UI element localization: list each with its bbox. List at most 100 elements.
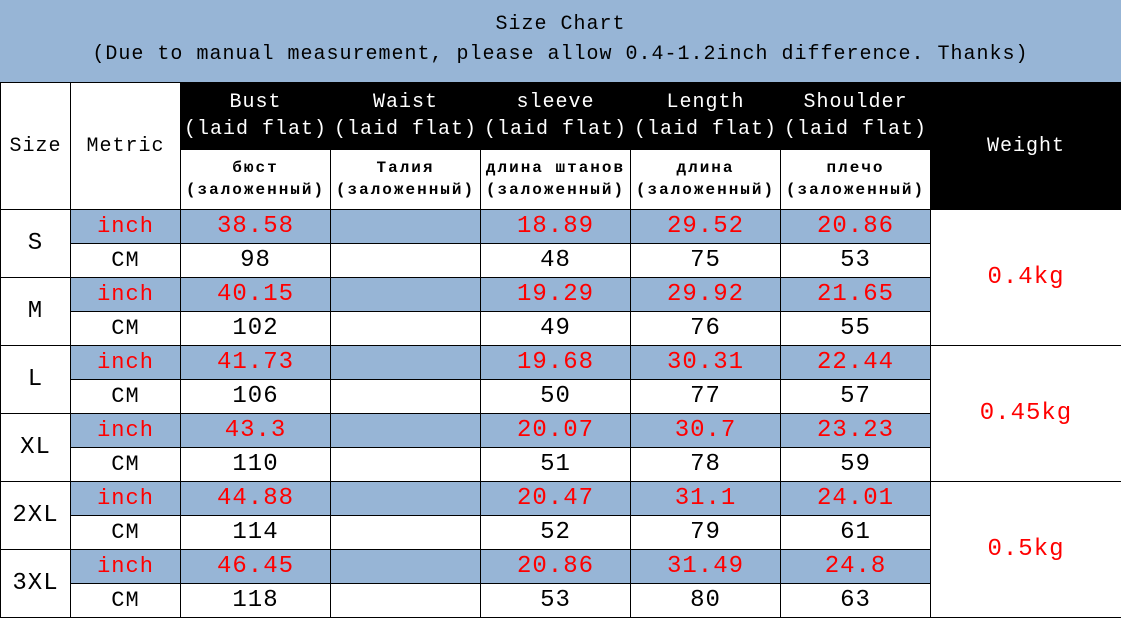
cell-sleeve: 52 [481,516,631,550]
metric-label: CM [71,380,181,414]
size-chart-container: Size Chart (Due to manual measurement, p… [0,0,1121,618]
metric-label: CM [71,584,181,618]
cell-waist [331,244,481,278]
cell-length: 76 [631,312,781,346]
cell-shoulder: 59 [781,448,931,482]
size-label: 2XL [1,482,71,550]
table-row: L inch 41.73 19.68 30.31 22.44 0.45kg [1,346,1121,380]
cell-waist [331,516,481,550]
size-label: M [1,278,71,346]
cell-waist [331,380,481,414]
cell-bust: 38.58 [181,210,331,244]
header-metric: Metric [71,83,181,210]
size-label: S [1,210,71,278]
cell-sleeve: 20.86 [481,550,631,584]
cell-sleeve: 20.47 [481,482,631,516]
cell-shoulder: 61 [781,516,931,550]
header-bust: Bust (laid flat) [181,83,331,150]
cell-waist [331,278,481,312]
cell-bust: 98 [181,244,331,278]
title: Size Chart [4,10,1117,40]
weight-cell: 0.45kg [931,346,1121,482]
metric-label: inch [71,482,181,516]
metric-label: inch [71,550,181,584]
cell-shoulder: 53 [781,244,931,278]
cell-bust: 110 [181,448,331,482]
weight-cell: 0.5kg [931,482,1121,618]
cell-shoulder: 57 [781,380,931,414]
cell-sleeve: 50 [481,380,631,414]
metric-label: CM [71,448,181,482]
header-sleeve-ru: длина штанов (заложенный) [481,150,631,210]
metric-label: inch [71,210,181,244]
cell-bust: 102 [181,312,331,346]
cell-length: 30.7 [631,414,781,448]
header-shoulder-ru: плечо (заложенный) [781,150,931,210]
cell-waist [331,584,481,618]
cell-bust: 118 [181,584,331,618]
weight-cell: 0.4kg [931,210,1121,346]
header-bust-ru: бюст (заложенный) [181,150,331,210]
metric-label: CM [71,312,181,346]
size-label: L [1,346,71,414]
header-waist: Waist (laid flat) [331,83,481,150]
cell-length: 30.31 [631,346,781,380]
header-weight: Weight [931,83,1121,210]
cell-shoulder: 21.65 [781,278,931,312]
size-chart-table: Size Metric Bust (laid flat) Waist (laid… [0,82,1121,618]
metric-label: CM [71,516,181,550]
header-sleeve: sleeve (laid flat) [481,83,631,150]
header-size: Size [1,83,71,210]
cell-waist [331,448,481,482]
cell-shoulder: 24.8 [781,550,931,584]
cell-bust: 41.73 [181,346,331,380]
cell-length: 78 [631,448,781,482]
size-label: XL [1,414,71,482]
cell-waist [331,482,481,516]
cell-length: 80 [631,584,781,618]
cell-bust: 46.45 [181,550,331,584]
cell-length: 79 [631,516,781,550]
cell-bust: 106 [181,380,331,414]
cell-sleeve: 19.68 [481,346,631,380]
cell-bust: 44.88 [181,482,331,516]
cell-bust: 40.15 [181,278,331,312]
cell-waist [331,346,481,380]
metric-label: CM [71,244,181,278]
cell-waist [331,414,481,448]
metric-label: inch [71,278,181,312]
header-length: Length (laid flat) [631,83,781,150]
header-length-ru: длина (заложенный) [631,150,781,210]
subtitle: (Due to manual measurement, please allow… [4,40,1117,70]
cell-sleeve: 49 [481,312,631,346]
cell-length: 77 [631,380,781,414]
cell-sleeve: 20.07 [481,414,631,448]
cell-shoulder: 20.86 [781,210,931,244]
cell-length: 29.92 [631,278,781,312]
title-block: Size Chart (Due to manual measurement, p… [0,0,1121,82]
cell-waist [331,312,481,346]
header-shoulder: Shoulder (laid flat) [781,83,931,150]
cell-length: 29.52 [631,210,781,244]
cell-waist [331,210,481,244]
cell-shoulder: 63 [781,584,931,618]
cell-bust: 114 [181,516,331,550]
cell-sleeve: 51 [481,448,631,482]
cell-length: 31.1 [631,482,781,516]
cell-waist [331,550,481,584]
cell-shoulder: 23.23 [781,414,931,448]
cell-length: 75 [631,244,781,278]
table-row: S inch 38.58 18.89 29.52 20.86 0.4kg [1,210,1121,244]
cell-shoulder: 24.01 [781,482,931,516]
cell-sleeve: 18.89 [481,210,631,244]
header-row-en: Size Metric Bust (laid flat) Waist (laid… [1,83,1121,150]
header-waist-ru: Талия (заложенный) [331,150,481,210]
size-label: 3XL [1,550,71,618]
metric-label: inch [71,414,181,448]
cell-bust: 43.3 [181,414,331,448]
metric-label: inch [71,346,181,380]
table-row: 2XL inch 44.88 20.47 31.1 24.01 0.5kg [1,482,1121,516]
cell-sleeve: 19.29 [481,278,631,312]
cell-sleeve: 53 [481,584,631,618]
cell-shoulder: 55 [781,312,931,346]
